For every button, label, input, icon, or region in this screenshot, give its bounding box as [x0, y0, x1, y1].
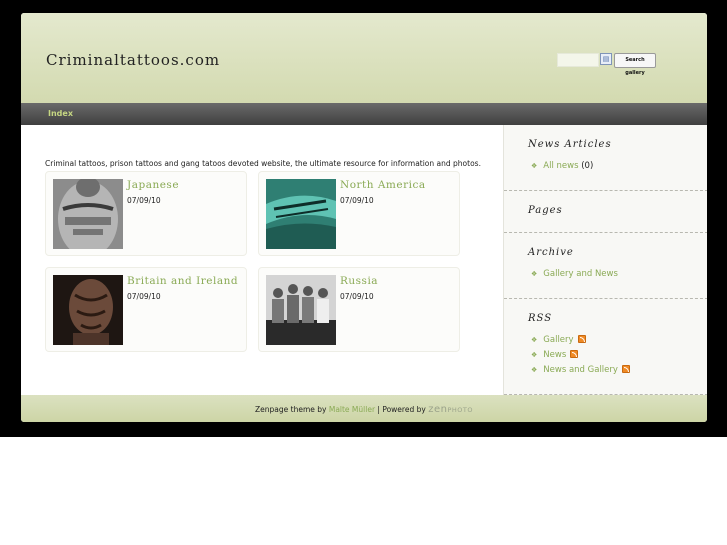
rss-feed-icon[interactable] [621, 365, 630, 373]
archive-heading: Archive [528, 247, 574, 258]
rss-news-gallery-link[interactable]: News and Gallery [543, 365, 618, 375]
sidebar-archive: Archive ❖ Gallery and News [504, 233, 707, 299]
rss-heading: RSS [528, 313, 553, 324]
bullet-icon: ❖ [531, 336, 538, 344]
sidebar-item-all-news: ❖ All news (0) [531, 161, 593, 171]
search-gallery-button[interactable]: Search gallery [614, 53, 656, 76]
rss-news-link[interactable]: News [543, 350, 566, 360]
album-thumbnail[interactable] [53, 179, 123, 249]
album-thumbnail[interactable] [53, 275, 123, 345]
sidebar-news-articles: News Articles ❖ All news (0) [504, 125, 707, 191]
site-footer: Zenpage theme by Malte Müller | Powered … [21, 395, 707, 422]
search-options-icon[interactable]: ▤ [600, 53, 612, 65]
album-thumbnail[interactable] [266, 275, 336, 345]
footer-credits: Zenpage theme by Malte Müller | Powered … [21, 404, 707, 415]
sidebar-item-rss-news: ❖ News [531, 350, 579, 360]
rss-feed-icon[interactable] [577, 335, 586, 343]
rss-feed-icon[interactable] [570, 350, 579, 358]
bullet-icon: ❖ [531, 366, 538, 374]
album-card-britain-ireland[interactable]: Britain and Ireland 07/09/10 [45, 267, 247, 352]
navigation-bar: Index [21, 103, 707, 125]
zenphoto-logo[interactable]: zenPHOTO [428, 404, 473, 415]
archive-link[interactable]: Gallery and News [543, 269, 618, 279]
sidebar-item-gallery-news: ❖ Gallery and News [531, 269, 618, 279]
all-news-link[interactable]: All news [543, 161, 578, 171]
search-input[interactable] [557, 53, 599, 67]
album-title[interactable]: Japanese [127, 179, 179, 191]
pages-heading: Pages [528, 205, 563, 216]
sidebar: News Articles ❖ All news (0) Pages Archiv… [503, 125, 707, 395]
sidebar-item-rss-gallery: ❖ Gallery [531, 335, 586, 345]
bullet-icon: ❖ [531, 162, 538, 170]
footer-separator: | Powered by [377, 405, 426, 414]
news-articles-heading: News Articles [528, 139, 612, 150]
album-thumbnail[interactable] [266, 179, 336, 249]
rss-gallery-link[interactable]: Gallery [543, 335, 573, 345]
logo-photo-text: PHOTO [447, 406, 473, 414]
page-container: Criminaltattoos.com ▤ Search gallery Ind… [21, 13, 707, 422]
nav-index-link[interactable]: Index [48, 109, 73, 118]
album-title[interactable]: North America [340, 179, 426, 191]
album-card-north-america[interactable]: North America 07/09/10 [258, 171, 460, 256]
sidebar-rss: RSS ❖ Gallery ❖ News ❖ News and Gallery [504, 299, 707, 395]
album-date: 07/09/10 [340, 292, 374, 301]
intro-text: Criminal tattoos, prison tattoos and gan… [45, 159, 481, 168]
sidebar-pages: Pages [504, 191, 707, 233]
album-date: 07/09/10 [127, 196, 161, 205]
album-card-japanese[interactable]: Japanese 07/09/10 [45, 171, 247, 256]
album-date: 07/09/10 [340, 196, 374, 205]
album-card-russia[interactable]: Russia 07/09/10 [258, 267, 460, 352]
album-title[interactable]: Britain and Ireland [127, 275, 238, 287]
bullet-icon: ❖ [531, 270, 538, 278]
logo-zen-text: zen [428, 404, 448, 415]
album-title[interactable]: Russia [340, 275, 378, 287]
sidebar-item-rss-news-gallery: ❖ News and Gallery [531, 365, 630, 375]
bullet-icon: ❖ [531, 351, 538, 359]
main-content: Criminal tattoos, prison tattoos and gan… [21, 125, 503, 395]
site-title[interactable]: Criminaltattoos.com [46, 51, 220, 69]
news-count: (0) [581, 161, 594, 171]
site-header: Criminaltattoos.com ▤ Search gallery [21, 13, 707, 103]
footer-prefix: Zenpage theme by [255, 405, 327, 414]
album-date: 07/09/10 [127, 292, 161, 301]
footer-author-link[interactable]: Malte Müller [329, 405, 375, 414]
